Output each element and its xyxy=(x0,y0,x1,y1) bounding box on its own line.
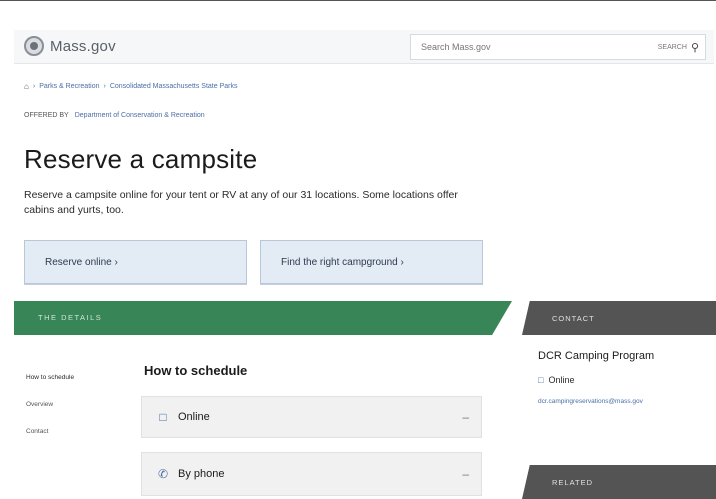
page-title: Reserve a campsite xyxy=(24,144,258,174)
sidenav-item-how-to-schedule[interactable]: How to schedule xyxy=(26,374,74,381)
laptop-icon: □ xyxy=(538,375,544,385)
related-header-bar: RELATED xyxy=(522,465,716,499)
details-label: THE DETAILS xyxy=(38,313,103,322)
accordion-label: Online xyxy=(178,411,210,423)
site-logo[interactable]: Mass.gov xyxy=(24,36,116,56)
search-bar: SEARCH ⚲ xyxy=(410,34,706,60)
details-header-bar: THE DETAILS xyxy=(14,301,512,335)
section-title: How to schedule xyxy=(144,363,248,378)
search-icon[interactable]: ⚲ xyxy=(691,41,699,54)
site-header: Mass.gov SEARCH ⚲ xyxy=(14,30,714,64)
contact-email-link[interactable]: dcr.campingreservations@mass.gov xyxy=(538,398,643,405)
breadcrumb-separator: › xyxy=(32,83,36,90)
contact-title: DCR Camping Program xyxy=(538,350,655,362)
home-icon[interactable]: ⌂ xyxy=(24,82,29,91)
window-top-border xyxy=(0,0,716,5)
page-description: Reserve a campsite online for your tent … xyxy=(24,189,458,216)
breadcrumb-item[interactable]: Consolidated Massachusetts State Parks xyxy=(110,83,238,90)
expand-icon[interactable]: – xyxy=(462,410,469,424)
contact-online-label: Online xyxy=(548,375,575,385)
accordion-by-phone[interactable]: ✆ By phone – xyxy=(141,452,482,496)
search-scope-label: SEARCH xyxy=(657,43,687,51)
sidenav-item-contact[interactable]: Contact xyxy=(26,428,74,435)
related-label: RELATED xyxy=(552,478,594,487)
phone-icon: ✆ xyxy=(157,467,169,481)
reserve-online-button[interactable]: Reserve online › xyxy=(24,240,247,284)
breadcrumb-separator: › xyxy=(103,83,106,90)
state-seal-icon xyxy=(24,36,44,56)
contact-online: □ Online xyxy=(538,375,574,385)
expand-icon[interactable]: – xyxy=(462,467,469,481)
find-campground-button[interactable]: Find the right campground › xyxy=(260,240,483,284)
logo-text: Mass.gov xyxy=(50,37,116,55)
sidenav-item-overview[interactable]: Overview xyxy=(26,401,74,408)
offered-by: OFFERED BY Department of Conservation & … xyxy=(24,112,205,119)
laptop-icon: □ xyxy=(159,410,167,424)
contact-label: CONTACT xyxy=(552,314,595,323)
breadcrumb-item[interactable]: Parks & Recreation xyxy=(39,83,99,90)
breadcrumb: ⌂ › Parks & Recreation › Consolidated Ma… xyxy=(24,82,237,91)
accordion-label: By phone xyxy=(178,468,225,480)
jump-links-nav: How to schedule Overview Contact xyxy=(26,374,74,435)
offered-by-org-link[interactable]: Department of Conservation & Recreation xyxy=(75,112,205,119)
accordion-online[interactable]: □ Online – xyxy=(141,396,482,438)
offered-by-label: OFFERED BY xyxy=(24,112,69,119)
search-input[interactable] xyxy=(411,42,658,52)
contact-header-bar: CONTACT xyxy=(522,301,716,335)
